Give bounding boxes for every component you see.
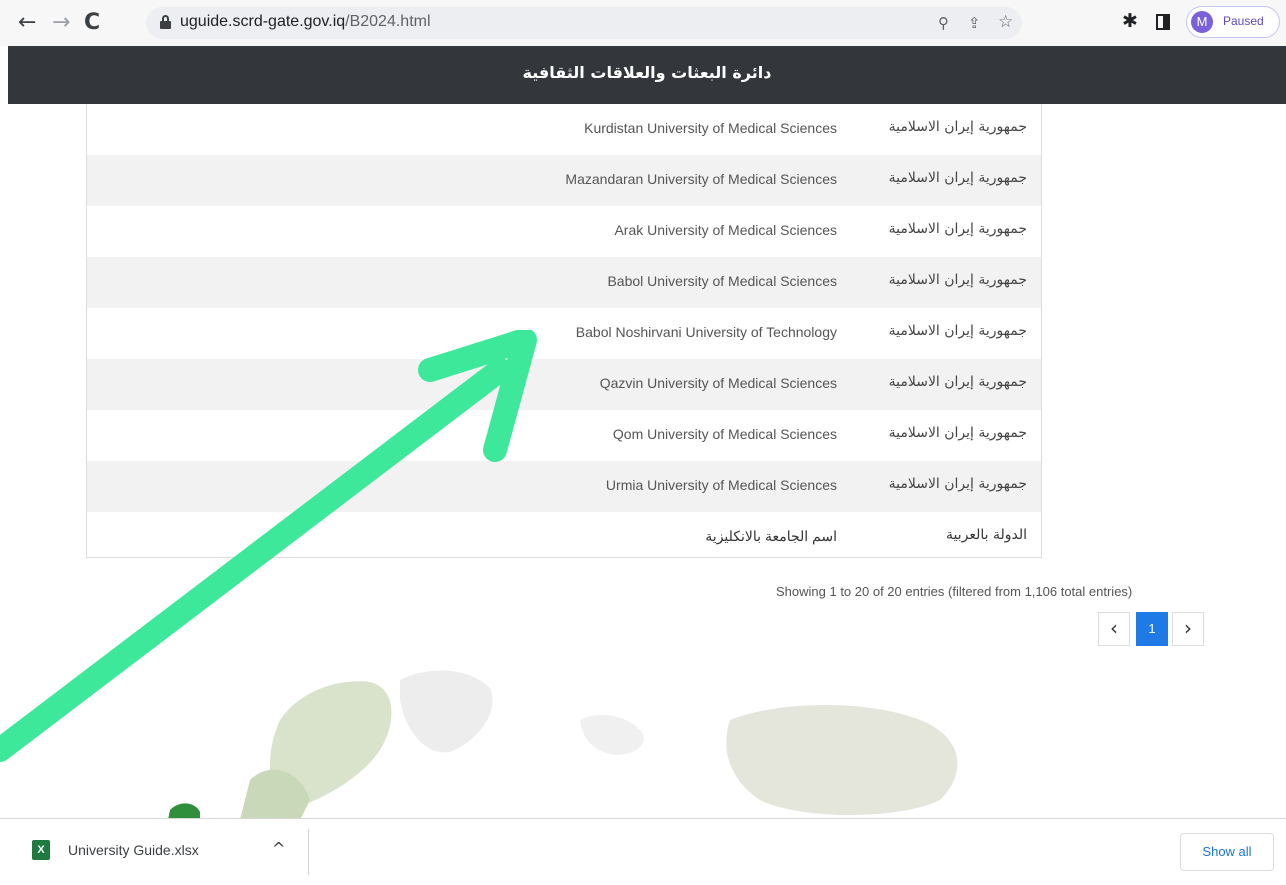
table-row: Babol University of Medical Sciences جمه… xyxy=(87,257,1041,308)
university-name: Arak University of Medical Sciences xyxy=(614,222,837,238)
table-row: Mazandaran University of Medical Science… xyxy=(87,155,1041,206)
university-name: Babol University of Medical Sciences xyxy=(607,273,837,289)
university-name: Qom University of Medical Sciences xyxy=(612,426,837,442)
shelf-divider xyxy=(308,829,309,875)
country-name: جمهورية إيران الاسلامية xyxy=(888,476,1027,492)
side-panel-icon[interactable] xyxy=(1156,14,1170,30)
download-shelf: X University Guide.xlsx ^ Show all xyxy=(0,818,1286,885)
table-row: Arak University of Medical Sciences جمهو… xyxy=(87,206,1041,257)
puzzle-icon[interactable]: ✱ xyxy=(1122,10,1138,32)
column-header-university[interactable]: اسم الجامعة بالانكليزية xyxy=(705,528,837,545)
country-name: جمهورية إيران الاسلامية xyxy=(888,323,1027,339)
address-bar[interactable]: uguide.scrd-gate.gov.iq/B2024.html ⚲ ⇪ ☆ xyxy=(146,7,1022,39)
site-header: دائرة البعثات والعلاقات الثقافية xyxy=(8,46,1286,104)
university-name: Mazandaran University of Medical Science… xyxy=(565,171,837,187)
pagination-previous[interactable]: ‹ xyxy=(1098,612,1130,646)
column-header-country[interactable]: الدولة بالعربية xyxy=(946,527,1027,543)
share-icon[interactable]: ⇪ xyxy=(968,14,981,32)
forward-arrow-icon[interactable]: → xyxy=(52,8,70,38)
university-name: Qazvin University of Medical Sciences xyxy=(599,375,837,391)
table-info: Showing 1 to 20 of 20 entries (filtered … xyxy=(776,584,1133,599)
country-name: جمهورية إيران الاسلامية xyxy=(888,272,1027,288)
download-file-name[interactable]: University Guide.xlsx xyxy=(68,842,199,858)
page-title: دائرة البعثات والعلاقات الثقافية xyxy=(522,63,772,82)
url-text[interactable]: uguide.scrd-gate.gov.iq/B2024.html xyxy=(180,13,431,31)
country-name: جمهورية إيران الاسلامية xyxy=(888,119,1027,135)
green-annotation-arrow xyxy=(0,330,537,762)
table-row: Kurdistan University of Medical Sciences… xyxy=(87,104,1041,155)
lock-icon[interactable] xyxy=(160,15,171,29)
show-all-button[interactable]: Show all xyxy=(1180,833,1274,871)
back-arrow-icon[interactable]: ← xyxy=(18,8,36,38)
university-name: Kurdistan University of Medical Sciences xyxy=(584,120,837,136)
profile-status: Paused xyxy=(1223,14,1264,28)
browser-toolbar: ← → C uguide.scrd-gate.gov.iq/B2024.html… xyxy=(0,0,1286,46)
bookmark-star-icon[interactable]: ☆ xyxy=(998,12,1013,32)
url-host: uguide.scrd-gate.gov.iq xyxy=(180,13,346,30)
reload-icon[interactable]: C xyxy=(84,8,100,38)
country-name: جمهورية إيران الاسلامية xyxy=(888,221,1027,237)
url-path: /B2024.html xyxy=(345,13,431,30)
profile-button[interactable]: M Paused xyxy=(1186,6,1280,38)
country-name: جمهورية إيران الاسلامية xyxy=(888,374,1027,390)
zoom-icon[interactable]: ⚲ xyxy=(938,14,949,32)
excel-file-icon: X xyxy=(32,840,50,860)
chevron-up-icon[interactable]: ^ xyxy=(272,839,285,858)
country-name: جمهورية إيران الاسلامية xyxy=(888,425,1027,441)
pagination-next[interactable]: › xyxy=(1172,612,1204,646)
university-name: Urmia University of Medical Sciences xyxy=(605,477,837,493)
country-name: جمهورية إيران الاسلامية xyxy=(888,170,1027,186)
pagination-page-1[interactable]: 1 xyxy=(1136,612,1168,646)
avatar: M xyxy=(1191,11,1213,33)
university-name: Babol Noshirvani University of Technolog… xyxy=(575,324,837,340)
